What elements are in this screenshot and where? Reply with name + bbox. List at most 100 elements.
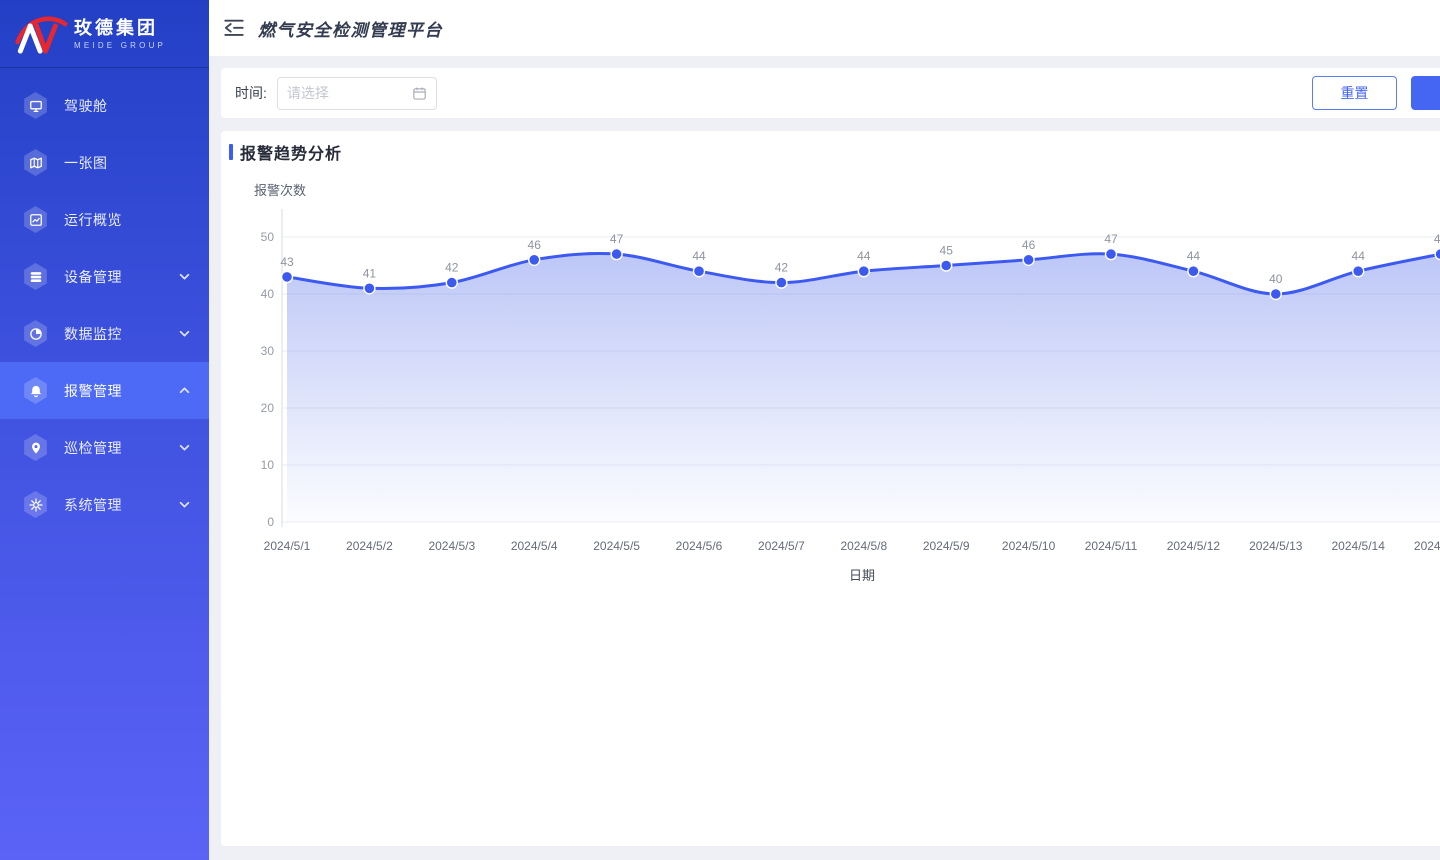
system-icon <box>22 491 49 518</box>
y-tick-label: 20 <box>261 401 275 415</box>
sidebar-item-运行概览[interactable]: 运行概览 <box>0 191 209 248</box>
x-tick-label: 2024/5/5 <box>593 539 640 553</box>
calendar-icon <box>412 86 427 101</box>
x-tick-label: 2024/5/12 <box>1167 539 1221 553</box>
data-point-label: 44 <box>857 249 871 263</box>
data-point-label: 46 <box>528 238 542 252</box>
alarm-icon <box>22 377 49 404</box>
sidebar-item-设备管理[interactable]: 设备管理 <box>0 248 209 305</box>
x-axis-title: 日期 <box>849 568 875 583</box>
sidebar-item-label: 一张图 <box>64 153 191 173</box>
sidebar-item-label: 数据监控 <box>64 324 178 344</box>
x-tick-label: 2024/5/8 <box>840 539 887 553</box>
data-point <box>694 266 705 277</box>
brand-logo <box>14 12 68 56</box>
chevron-down-icon <box>178 327 191 340</box>
sidebar: 玫德集团 MEIDE GROUP 驾驶舱一张图运行概览设备管理数据监控报警管理巡… <box>0 0 209 860</box>
y-tick-label: 30 <box>261 344 275 358</box>
x-tick-label: 2024/5/7 <box>758 539 805 553</box>
data-point-label: 42 <box>445 261 459 275</box>
data-point-label: 45 <box>940 244 954 258</box>
sidebar-item-报警管理[interactable]: 报警管理 <box>0 362 209 419</box>
sidebar-item-巡检管理[interactable]: 巡检管理 <box>0 419 209 476</box>
x-tick-label: 2024/5/4 <box>511 539 558 553</box>
sidebar-item-驾驶舱[interactable]: 驾驶舱 <box>0 77 209 134</box>
chevron-down-icon <box>178 498 191 511</box>
sidebar-menu: 驾驶舱一张图运行概览设备管理数据监控报警管理巡检管理系统管理 <box>0 77 209 533</box>
sidebar-collapse-icon[interactable] <box>222 18 246 38</box>
data-point <box>1435 249 1440 260</box>
top-header: 燃气安全检测管理平台 <box>209 0 1440 56</box>
data-point <box>858 266 869 277</box>
y-tick-label: 10 <box>261 458 275 472</box>
x-tick-label: 2024/5/14 <box>1332 539 1386 553</box>
sidebar-item-label: 驾驶舱 <box>64 96 191 116</box>
data-point-label: 42 <box>775 261 789 275</box>
overview-icon <box>22 206 49 233</box>
data-point <box>1023 254 1034 265</box>
sidebar-item-一张图[interactable]: 一张图 <box>0 134 209 191</box>
alarm-trend-chart: 报警次数 0 10 20 30 40 50 43 2024/5/1 41 2024/5/2 42 202… <box>221 131 1440 601</box>
data-point-label: 40 <box>1269 272 1283 286</box>
date-picker-placeholder: 请选择 <box>287 83 412 103</box>
data-point <box>282 271 293 282</box>
reset-button[interactable]: 重置 <box>1312 76 1397 110</box>
data-point <box>1188 266 1199 277</box>
x-tick-label: 2024/5/1 <box>264 539 311 553</box>
x-tick-label: 2024/5/10 <box>1002 539 1056 553</box>
data-point <box>1353 266 1364 277</box>
sidebar-item-label: 报警管理 <box>64 381 178 401</box>
data-point <box>529 254 540 265</box>
sidebar-item-label: 系统管理 <box>64 495 178 515</box>
data-point-label: 43 <box>280 255 294 269</box>
data-point <box>1270 289 1281 300</box>
brand: 玫德集团 MEIDE GROUP <box>0 0 209 68</box>
device-icon <box>22 263 49 290</box>
data-point <box>611 249 622 260</box>
sidebar-item-系统管理[interactable]: 系统管理 <box>0 476 209 533</box>
sidebar-item-数据监控[interactable]: 数据监控 <box>0 305 209 362</box>
data-point <box>446 277 457 288</box>
map-icon <box>22 149 49 176</box>
brand-subtitle: MEIDE GROUP <box>74 41 166 50</box>
y-tick-label: 0 <box>267 515 274 529</box>
data-point <box>941 260 952 271</box>
y-tick-label: 40 <box>261 287 275 301</box>
data-point-label: 44 <box>692 249 706 263</box>
alarm-trend-card: 报警趋势分析 报警次数01020304050432024/5/1412024/5… <box>221 131 1440 846</box>
data-point-label: 47 <box>1104 232 1118 246</box>
time-filter-label: 时间: <box>235 83 267 103</box>
x-tick-label: 2024/5/2 <box>346 539 393 553</box>
data-point <box>776 277 787 288</box>
date-picker-input[interactable]: 请选择 <box>277 77 437 110</box>
x-tick-label: 2024/5/9 <box>923 539 970 553</box>
query-button[interactable]: 查询 <box>1411 76 1440 110</box>
chevron-down-icon <box>178 441 191 454</box>
cockpit-icon <box>22 92 49 119</box>
data-point-label: 44 <box>1352 249 1366 263</box>
brand-name: 玫德集团 <box>74 18 166 38</box>
y-axis-title: 报警次数 <box>254 183 306 198</box>
x-tick-label: 2024/5/3 <box>428 539 475 553</box>
x-tick-label: 2024/5/15 <box>1414 539 1440 553</box>
x-tick-label: 2024/5/13 <box>1249 539 1303 553</box>
x-tick-label: 2024/5/6 <box>676 539 723 553</box>
data-point-label: 47 <box>1434 232 1440 246</box>
x-tick-label: 2024/5/11 <box>1085 539 1138 553</box>
data-point-label: 44 <box>1187 249 1201 263</box>
filter-bar: 时间: 请选择 重置 查询 <box>221 68 1440 118</box>
data-monitor-icon <box>22 320 49 347</box>
data-point <box>364 283 375 294</box>
data-point-label: 41 <box>363 266 377 280</box>
sidebar-item-label: 巡检管理 <box>64 438 178 458</box>
y-tick-label: 50 <box>261 230 275 244</box>
sidebar-item-label: 运行概览 <box>64 210 191 230</box>
data-point <box>1106 249 1117 260</box>
page-title: 燃气安全检测管理平台 <box>258 16 443 41</box>
data-point-label: 46 <box>1022 238 1036 252</box>
chevron-up-icon <box>178 384 191 397</box>
sidebar-item-label: 设备管理 <box>64 267 178 287</box>
data-point-label: 47 <box>610 232 624 246</box>
chevron-down-icon <box>178 270 191 283</box>
inspection-icon <box>22 434 49 461</box>
